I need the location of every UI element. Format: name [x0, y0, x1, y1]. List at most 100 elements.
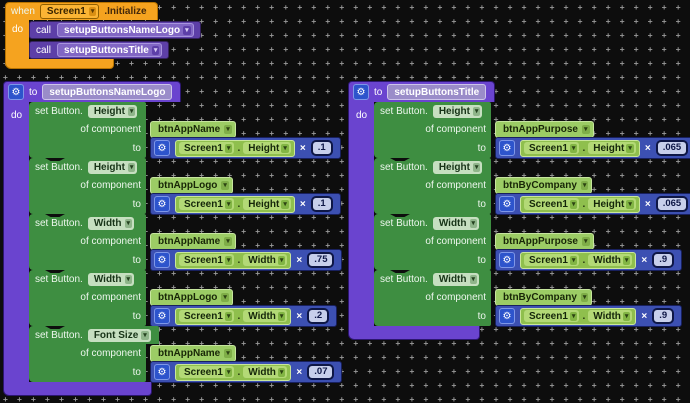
- component-block[interactable]: btnAppName ▾: [150, 345, 236, 362]
- multiply-block[interactable]: ⚙ Screen1 ▾ . Height ▾ × .065: [495, 137, 690, 159]
- component-block[interactable]: btnAppPurpose ▾: [495, 233, 594, 250]
- property-dropdown[interactable]: Height ▾: [433, 105, 483, 118]
- screen-dropdown[interactable]: Screen1 ▾: [524, 310, 579, 322]
- screen-dropdown[interactable]: Screen1 ▾: [179, 198, 234, 210]
- gear-icon[interactable]: ⚙: [154, 252, 170, 268]
- property-dropdown[interactable]: Height ▾: [588, 198, 636, 210]
- component-block[interactable]: btnByCompany ▾: [495, 289, 592, 306]
- screen-property-getter-block[interactable]: Screen1 ▾ . Width ▾: [175, 252, 291, 269]
- set-property-block[interactable]: set Button. Font Size ▾ of component btn…: [29, 326, 342, 382]
- number-block[interactable]: .1: [311, 196, 333, 212]
- property-dropdown[interactable]: Height ▾: [243, 142, 291, 154]
- gear-icon[interactable]: ⚙: [154, 364, 170, 380]
- gear-icon[interactable]: ⚙: [499, 196, 515, 212]
- call-setupButtonsTitle-block[interactable]: call setupButtonsTitle ▾: [29, 41, 169, 59]
- multiply-block[interactable]: ⚙ Screen1 ▾ . Height ▾ × .1: [150, 193, 341, 215]
- set-property-block[interactable]: set Button. Height ▾ of component btnApp…: [29, 158, 342, 214]
- component-block[interactable]: btnAppPurpose ▾: [495, 121, 594, 138]
- property-dropdown[interactable]: Height ▾: [588, 142, 636, 154]
- screen-dropdown[interactable]: Screen1 ▾: [524, 198, 579, 210]
- property-dropdown[interactable]: Height ▾: [243, 198, 291, 210]
- set-property-block[interactable]: set Button. Height ▾ of component btnApp…: [374, 102, 690, 158]
- gear-icon[interactable]: ⚙: [154, 196, 170, 212]
- multiply-operator: ×: [296, 255, 302, 266]
- component-block[interactable]: btnAppName ▾: [150, 233, 236, 250]
- set-property-block[interactable]: set Button. Width ▾ of component btnAppP…: [374, 214, 690, 270]
- blocks-workspace[interactable]: ++++++++++++++++++++++++++++++++++++++++…: [0, 0, 690, 403]
- property-dropdown[interactable]: Height ▾: [88, 105, 138, 118]
- screen-property-getter-block[interactable]: Screen1 ▾ . Height ▾: [520, 196, 640, 213]
- property-dropdown[interactable]: Font Size ▾: [88, 329, 151, 342]
- property-dropdown[interactable]: Width ▾: [88, 217, 134, 230]
- number-block[interactable]: .2: [307, 308, 329, 324]
- event-block-header[interactable]: when Screen1 ▾ .Initialize: [5, 2, 158, 20]
- screen-dropdown[interactable]: Screen1 ▾: [179, 366, 234, 378]
- component-block[interactable]: btnAppLogo ▾: [150, 289, 233, 306]
- gear-icon[interactable]: ⚙: [154, 308, 170, 324]
- screen-property-getter-block[interactable]: Screen1 ▾ . Height ▾: [175, 140, 295, 157]
- property-dropdown[interactable]: Width ▾: [243, 310, 287, 322]
- number-block[interactable]: .065: [656, 196, 689, 212]
- set-property-block[interactable]: set Button. Width ▾ of component btnByCo…: [374, 270, 690, 326]
- property-dropdown[interactable]: Width ▾: [588, 310, 632, 322]
- when-screen1-initialize-block[interactable]: when Screen1 ▾ .Initialize do call setup…: [5, 2, 201, 69]
- screen-dropdown[interactable]: Screen1 ▾: [524, 254, 579, 266]
- multiply-block[interactable]: ⚙ Screen1 ▾ . Width ▾ × .9: [495, 249, 682, 271]
- property-dropdown[interactable]: Width ▾: [433, 217, 479, 230]
- procedure-header[interactable]: ⚙ to setupButtonsNameLogo: [3, 81, 181, 102]
- number-block[interactable]: .1: [311, 140, 333, 156]
- screen-property-getter-block[interactable]: Screen1 ▾ . Height ▾: [520, 140, 640, 157]
- property-dropdown[interactable]: Width ▾: [88, 273, 134, 286]
- screen-property-getter-block[interactable]: Screen1 ▾ . Width ▾: [175, 308, 291, 325]
- set-property-block[interactable]: set Button. Width ▾ of component btnAppN…: [29, 214, 342, 270]
- component-block[interactable]: btnByCompany ▾: [495, 177, 592, 194]
- component-block[interactable]: btnAppLogo ▾: [150, 177, 233, 194]
- multiply-block[interactable]: ⚙ Screen1 ▾ . Height ▾ × .1: [150, 137, 341, 159]
- set-property-block[interactable]: set Button. Height ▾ of component btnApp…: [29, 102, 342, 158]
- screen-property-getter-block[interactable]: Screen1 ▾ . Width ▾: [520, 252, 636, 269]
- gear-icon[interactable]: ⚙: [499, 140, 515, 156]
- gear-icon[interactable]: ⚙: [499, 252, 515, 268]
- gear-icon[interactable]: ⚙: [499, 308, 515, 324]
- screen-property-getter-block[interactable]: Screen1 ▾ . Width ▾: [520, 308, 636, 325]
- screen-dropdown[interactable]: Screen1 ▾: [179, 142, 234, 154]
- gear-icon[interactable]: ⚙: [154, 140, 170, 156]
- property-dropdown[interactable]: Width ▾: [433, 273, 479, 286]
- to-label: to: [478, 255, 486, 266]
- number-block[interactable]: .07: [307, 364, 334, 380]
- multiply-block[interactable]: ⚙ Screen1 ▾ . Width ▾ × .75: [150, 249, 342, 271]
- set-property-block[interactable]: set Button. Width ▾ of component btnAppL…: [29, 270, 342, 326]
- property-dropdown[interactable]: Width ▾: [243, 254, 287, 266]
- procedure-header[interactable]: ⚙ to setupButtonsTitle: [348, 81, 495, 102]
- multiply-block[interactable]: ⚙ Screen1 ▾ . Height ▾ × .065: [495, 193, 690, 215]
- property-dropdown[interactable]: Height ▾: [88, 161, 138, 174]
- gear-icon[interactable]: ⚙: [353, 84, 369, 100]
- property-dropdown[interactable]: Height ▾: [433, 161, 483, 174]
- property-dropdown[interactable]: Width ▾: [243, 366, 287, 378]
- screen-dropdown[interactable]: Screen1 ▾: [40, 4, 99, 19]
- screen-dropdown[interactable]: Screen1 ▾: [179, 310, 234, 322]
- procedure-setupButtonsNameLogo-block[interactable]: ⚙ to setupButtonsNameLogo do set Button.…: [3, 81, 342, 396]
- number-block[interactable]: .9: [652, 308, 674, 324]
- procedure-name-field[interactable]: setupButtonsNameLogo: [42, 84, 172, 100]
- procedure-name-dropdown[interactable]: setupButtonsTitle ▾: [57, 43, 162, 57]
- procedure-setupButtonsTitle-block[interactable]: ⚙ to setupButtonsTitle do set Button. He…: [348, 81, 690, 340]
- number-block[interactable]: .75: [307, 252, 334, 268]
- multiply-block[interactable]: ⚙ Screen1 ▾ . Width ▾ × .07: [150, 361, 342, 383]
- screen-property-getter-block[interactable]: Screen1 ▾ . Height ▾: [175, 196, 295, 213]
- property-dropdown[interactable]: Width ▾: [588, 254, 632, 266]
- set-property-block[interactable]: set Button. Height ▾ of component btnByC…: [374, 158, 690, 214]
- number-block[interactable]: .9: [652, 252, 674, 268]
- screen-dropdown[interactable]: Screen1 ▾: [179, 254, 234, 266]
- gear-icon[interactable]: ⚙: [8, 84, 24, 100]
- screen-dropdown[interactable]: Screen1 ▾: [524, 142, 579, 154]
- screen-property-getter-block[interactable]: Screen1 ▾ . Width ▾: [175, 364, 291, 381]
- number-block[interactable]: .065: [656, 140, 689, 156]
- call-setupButtonsNameLogo-block[interactable]: call setupButtonsNameLogo ▾: [29, 21, 201, 39]
- procedure-name-dropdown[interactable]: setupButtonsNameLogo ▾: [57, 23, 194, 37]
- procedure-name-field[interactable]: setupButtonsTitle: [387, 84, 486, 100]
- procedure-name: setupButtonsNameLogo: [49, 87, 165, 98]
- multiply-block[interactable]: ⚙ Screen1 ▾ . Width ▾ × .9: [495, 305, 682, 327]
- component-block[interactable]: btnAppName ▾: [150, 121, 236, 138]
- multiply-block[interactable]: ⚙ Screen1 ▾ . Width ▾ × .2: [150, 305, 337, 327]
